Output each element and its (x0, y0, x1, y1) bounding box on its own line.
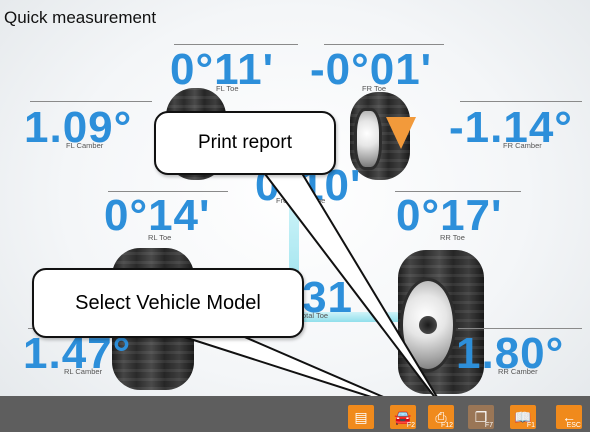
copy-button[interactable]: ❐ F7 (468, 405, 494, 429)
f2-key-label: F2 (406, 422, 415, 429)
select-vehicle-button[interactable]: 🚘 F2 (390, 405, 416, 429)
f1-key-label: F1 (526, 422, 535, 429)
report-button[interactable]: ▤ (348, 405, 374, 429)
callout-pointers (177, 169, 447, 413)
print-report-callout: Print report (154, 111, 336, 175)
report-icon: ▤ (354, 409, 368, 425)
esc-key-label: ESC (566, 422, 581, 429)
select-vehicle-callout-text: Select Vehicle Model (75, 291, 261, 314)
help-button[interactable]: 📖 F1 (510, 405, 536, 429)
f7-key-label: F7 (484, 422, 493, 429)
print-report-button[interactable]: ⎙ F12 (428, 405, 454, 429)
f12-key-label: F12 (440, 422, 453, 429)
quick-measurement-screen: Quick measurement 0°11' FL Toe -0°01' FR… (0, 0, 590, 432)
bottom-toolbar (0, 396, 590, 432)
back-button[interactable]: ← ESC (556, 405, 582, 429)
print-report-callout-text: Print report (198, 132, 292, 153)
select-vehicle-callout: Select Vehicle Model (32, 268, 304, 338)
